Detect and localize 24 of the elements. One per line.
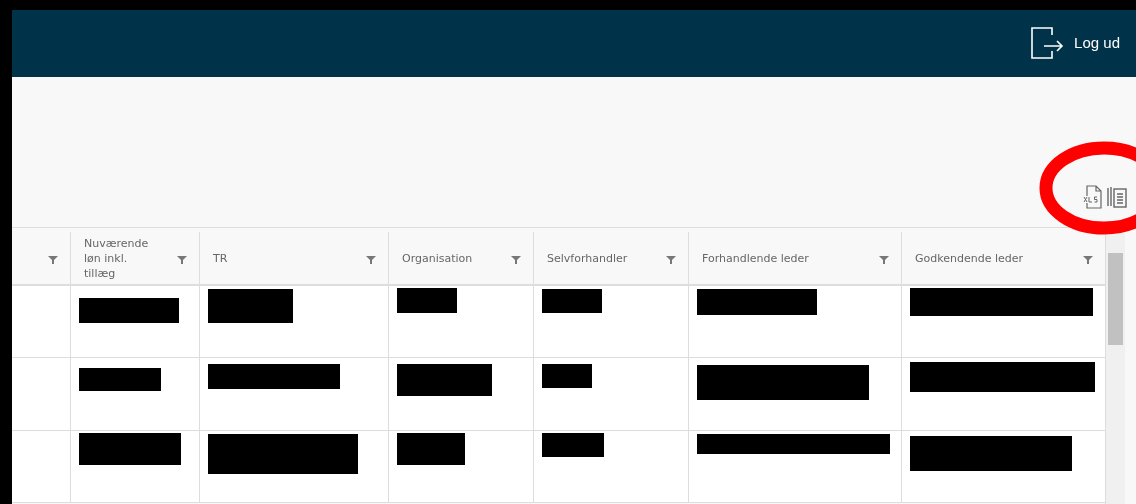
filter-icon[interactable] [511, 255, 521, 265]
scrollbar[interactable] [1105, 233, 1125, 504]
redaction-bar [542, 364, 592, 388]
redaction-bar [397, 288, 457, 313]
filter-icon[interactable] [666, 255, 676, 265]
column-header[interactable]: Nuværende løn inkl. tillæg [70, 232, 199, 286]
logout-icon [1030, 25, 1065, 60]
column-header[interactable]: Organisation [388, 232, 533, 286]
column-header[interactable]: Forhandlende leder [688, 232, 901, 286]
filter-icon[interactable] [48, 255, 58, 265]
column-header[interactable]: Godkendende leder [901, 232, 1105, 286]
redaction-bar [542, 289, 602, 313]
scrollbar-thumb[interactable] [1108, 253, 1123, 345]
filter-icon[interactable] [177, 255, 187, 265]
column-header[interactable]: Selvforhandler [533, 232, 688, 286]
column-header[interactable]: TR [199, 232, 388, 286]
xls-file-icon[interactable] [1082, 185, 1104, 209]
filter-icon[interactable] [366, 255, 376, 265]
redaction-bar [542, 433, 604, 457]
filter-icon[interactable] [879, 255, 889, 265]
redaction-bar [397, 433, 465, 465]
filter-icon[interactable] [1083, 255, 1093, 265]
logout-button[interactable]: Log ud [1030, 25, 1120, 60]
copy-icon[interactable] [1106, 185, 1128, 209]
